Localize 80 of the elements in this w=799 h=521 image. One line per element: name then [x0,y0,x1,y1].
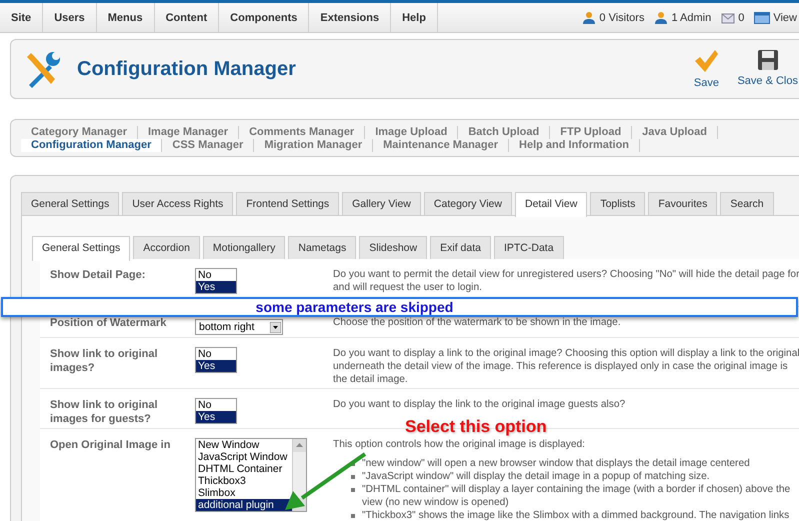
description-text: "Thickbox3" shows the image like the Slimbox with a dimmed background. The navigation links [362,509,790,521]
description-text: Do you want to display a link to the original image? Choosing this option will display a link to the original [333,347,799,360]
tab[interactable]: Category View [424,192,512,215]
window-icon [754,12,770,24]
tab[interactable]: Detail View [514,192,588,217]
tab[interactable]: Gallery View [342,192,421,215]
menu-item[interactable]: Site [0,3,44,32]
description-text: and will request the user to login. [333,281,483,294]
tab[interactable]: General Settings [21,192,120,215]
status-text: 0 Visitors [599,12,644,24]
user-icon [654,10,668,24]
submenu-link[interactable]: Maintenance Manager [373,139,510,152]
submenu-link[interactable]: CSS Manager [162,139,254,152]
user-icon [582,10,596,24]
toolbar-button[interactable]: Save & Clos [737,49,798,89]
status-text: View [773,12,797,24]
menu-item[interactable]: Help [391,3,438,32]
tab[interactable]: IPTC-Data [494,236,564,259]
banner-text: some parameters are skipped [256,299,454,315]
description-text: Do you want to permit the detail view for unregistered users? Choosing "No" will hide the detail page for [333,268,799,281]
status-text: 0 [738,12,744,24]
page-title: Configuration Manager [77,58,296,80]
description-text: the detail image. [333,373,409,386]
menu-item[interactable]: Content [154,3,220,32]
submenu-link[interactable]: Configuration Manager [21,139,162,152]
bullet-icon [351,488,355,492]
list-option[interactable]: Yes [196,281,236,293]
submenu-link[interactable]: Batch Upload [458,126,550,139]
check-icon [693,49,720,73]
description-text: Do you want to display the link to the original image guests also? [333,398,626,411]
tab[interactable]: Search [720,192,774,215]
description-text: "JavaScript window" will display the detail image in a popup of matching size. [362,470,710,483]
bullet-icon [351,475,355,479]
setting-label: Show link to original images? [49,347,159,376]
description-text: underneath the detail view of the image. This reference is displayed only in case the original image is [333,360,789,373]
tab[interactable]: User Access Rights [122,192,234,215]
description-text: This option controls how the original image is displayed: [333,438,586,451]
tab[interactable]: Toplists [590,192,646,215]
list-option[interactable]: Yes [196,411,236,423]
status-text: 1 Admin [671,12,712,24]
tab[interactable]: Nametags [288,236,356,259]
tab[interactable]: Motiongallery [202,236,286,259]
tab[interactable]: Exif data [430,236,491,259]
list-option[interactable]: additional plugin [196,499,292,511]
submenu-link[interactable]: Help and Information [509,139,640,152]
submenu-link[interactable]: Migration Manager [254,139,374,152]
menu-item[interactable]: Menus [96,3,155,32]
menu-item[interactable]: Components [219,3,310,32]
submenu-link[interactable]: Image Upload [365,126,458,139]
tab[interactable]: Accordion [133,236,200,259]
list-box[interactable]: No Yes [195,347,237,373]
setting-label: Show link to original images for guests? [49,398,159,426]
caret-icon [270,322,281,332]
setting-label: Position of Watermark [49,316,168,331]
message-icon [721,12,736,24]
setting-label: Show Detail Page: [49,268,146,283]
tab[interactable]: Favourites [648,192,718,215]
setting-label: Open Original Image in [49,438,172,453]
list-box[interactable]: No Yes [195,398,237,424]
tab[interactable]: Frontend Settings [236,192,340,215]
submenu-link[interactable]: Java Upload [632,126,718,139]
description-text: Choose the position of the watermark to be shown in the image. [333,316,622,329]
description-text: "new window" will open a new browser window that displays the detail image centered [362,457,750,470]
description-text: "DHTML container" will display a layer containing the image (with a border if chosen) above the [362,483,790,496]
list-box[interactable]: New Window JavaScript Window DHTML Container Thickbox3 Slimbox additional plugin [195,438,307,512]
menu-item[interactable]: Users [43,3,97,32]
submenu-link[interactable]: Comments Manager [239,126,366,139]
menu-item[interactable]: Extensions [309,3,392,32]
annotation-text: Select this option [405,417,547,437]
list-box[interactable]: No Yes [195,268,237,294]
scroll-up-icon [293,439,306,452]
tab[interactable]: General Settings [32,236,130,261]
bullet-icon [351,462,355,466]
description-text: view (no new window is opened) [362,496,510,509]
list-option[interactable]: Yes [196,360,236,372]
tab[interactable]: Slideshow [359,236,428,259]
bullet-icon [351,514,355,518]
toolbar-button[interactable]: Save [693,49,720,89]
submenu-link[interactable]: FTP Upload [550,126,632,139]
dropdown[interactable]: bottom right [195,319,283,335]
